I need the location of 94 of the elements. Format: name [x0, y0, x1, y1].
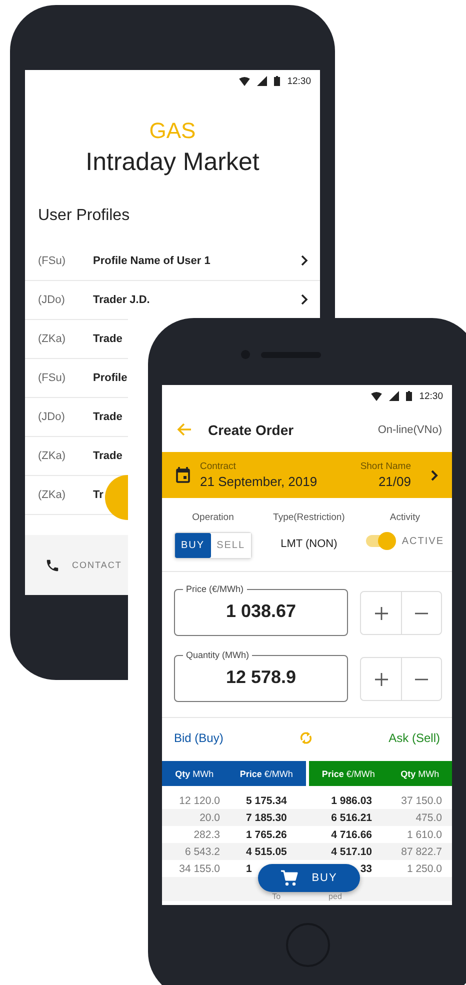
status-time: 12:30	[287, 76, 311, 86]
table-cell: 7 185.30	[246, 812, 287, 824]
battery-icon	[274, 76, 280, 86]
table-cell-text: 6 543.2	[184, 846, 220, 858]
table-footer-text: To	[272, 892, 281, 901]
profile-row[interactable]: (JDo) Trader J.D.	[25, 281, 320, 318]
profile-row[interactable]: (ZKa) Tr	[25, 476, 104, 513]
profile-name: Trade	[93, 410, 122, 422]
table-cell-text: 33	[359, 862, 372, 874]
calendar-icon	[176, 467, 190, 483]
table-cell-text: 4 716.66	[330, 828, 372, 840]
field-value: 1 038.67	[226, 601, 296, 622]
table-cell: 1	[246, 862, 252, 874]
connection-status: On-line(VNo)	[378, 424, 442, 436]
contract-label: Contract	[200, 461, 237, 472]
type-label: Type(Restriction)	[273, 512, 345, 523]
type-value: LMT (NON)	[280, 538, 338, 550]
table-cell-text: 37 150.0	[400, 794, 443, 806]
table-cell-text: 34 155.0	[178, 862, 220, 874]
contract-date: 21 September, 2019	[200, 474, 318, 489]
table-cell-text: 12 120.0	[178, 794, 220, 806]
contract-bar[interactable]: Contract 21 September, 2019 Short Name 21/09	[162, 452, 452, 498]
profile-row[interactable]: (ZKa) Trade	[25, 437, 122, 474]
table-cell-text: 6 516.21	[330, 812, 372, 824]
plus-icon	[374, 606, 388, 620]
bid-label[interactable]: Bid (Buy)	[174, 731, 224, 745]
profile-row[interactable]: (FSu) Profile Name of User 1	[25, 242, 320, 279]
table-cell: 1 765.26	[246, 828, 287, 840]
operation-option[interactable]: BUY	[175, 533, 211, 558]
phone-icon	[45, 558, 60, 572]
wifi-icon	[371, 392, 382, 400]
table-cell-text: 1 250.0	[406, 862, 443, 874]
ask-label[interactable]: Ask (Sell)	[388, 731, 440, 745]
battery-icon	[406, 391, 412, 401]
wifi-icon	[239, 76, 250, 86]
table-footer-text: ped	[328, 892, 342, 901]
refresh-icon[interactable]	[299, 731, 313, 745]
price-field[interactable]: Price (€/MWh) 1 038.67	[174, 584, 348, 636]
table-cell: 4 515.05	[246, 846, 287, 858]
profile-name: Profile	[93, 372, 128, 384]
table-cell-text: 87 822.7	[400, 846, 443, 858]
short-name-label: Short Name	[360, 461, 411, 472]
column-header: Qty MWh	[400, 768, 440, 778]
field-label: Price (€/MWh)	[185, 584, 245, 594]
table-cell-text: 282.3	[192, 828, 220, 840]
contact-label[interactable]: CONTACT	[72, 560, 122, 570]
profile-code: (FSu)	[38, 254, 66, 266]
cart-icon	[280, 870, 298, 886]
quantity-field[interactable]: Quantity (MWh) 12 578.9	[174, 650, 348, 702]
profile-code: (JDo)	[38, 410, 66, 422]
activity-switch[interactable]	[366, 535, 394, 547]
chevron-icon	[301, 294, 308, 305]
profile-row[interactable]: (FSu) Profile	[25, 359, 128, 396]
profile-code: (ZKa)	[38, 450, 66, 462]
profile-name: Tr	[93, 488, 104, 500]
profile-name: Trade	[93, 450, 122, 462]
operation-label: Operation	[192, 512, 234, 523]
profile-name: Trade	[93, 332, 122, 344]
field-label: Quantity (MWh)	[185, 650, 250, 660]
activity-text: ACTIVE	[402, 536, 444, 546]
screen-title: Create Order	[208, 422, 295, 438]
section-title: User Profiles	[38, 207, 131, 225]
short-name-value: 21/09	[378, 474, 411, 489]
buy-button[interactable]: BUY	[258, 864, 360, 892]
profile-row[interactable]: (JDo) Trade	[25, 398, 122, 435]
brand-title: GAS	[148, 118, 197, 144]
profile-code: (ZKa)	[38, 332, 66, 344]
profile-row[interactable]: (ZKa) Trade	[25, 320, 122, 357]
signal-icon	[389, 391, 400, 401]
column-header: Qty MWh	[175, 768, 214, 778]
chevron-icon	[431, 470, 438, 480]
field-value: 12 578.9	[226, 667, 296, 688]
table-cell-text: 475.0	[414, 812, 443, 824]
profile-code: (ZKa)	[38, 488, 66, 500]
table-cell-text: 20.0	[198, 812, 220, 824]
plus-icon	[374, 672, 388, 686]
operation-option[interactable]: SELL	[210, 533, 252, 558]
status-time: 12:30	[419, 390, 443, 402]
signal-icon	[257, 76, 268, 86]
table-cell-text: 1 610.0	[406, 828, 443, 840]
column-header: Price €/MWh	[322, 768, 375, 778]
table-cell-text: 4 517.10	[330, 846, 372, 858]
profile-name: Profile Name of User 1	[93, 254, 212, 266]
profile-code: (FSu)	[38, 372, 66, 384]
app-title: Intraday Market	[84, 148, 260, 177]
activity-label: Activity	[390, 512, 420, 523]
table-cell: 5 175.34	[246, 794, 287, 806]
chevron-icon	[301, 255, 308, 266]
column-header: Price €/MWh	[240, 768, 293, 778]
back-arrow-icon[interactable]	[177, 423, 192, 436]
floating-action-button[interactable]	[105, 475, 128, 520]
table-cell-text: 1 986.03	[330, 794, 372, 806]
profile-name: Trader J.D.	[93, 294, 151, 306]
profile-code: (JDo)	[38, 294, 66, 306]
